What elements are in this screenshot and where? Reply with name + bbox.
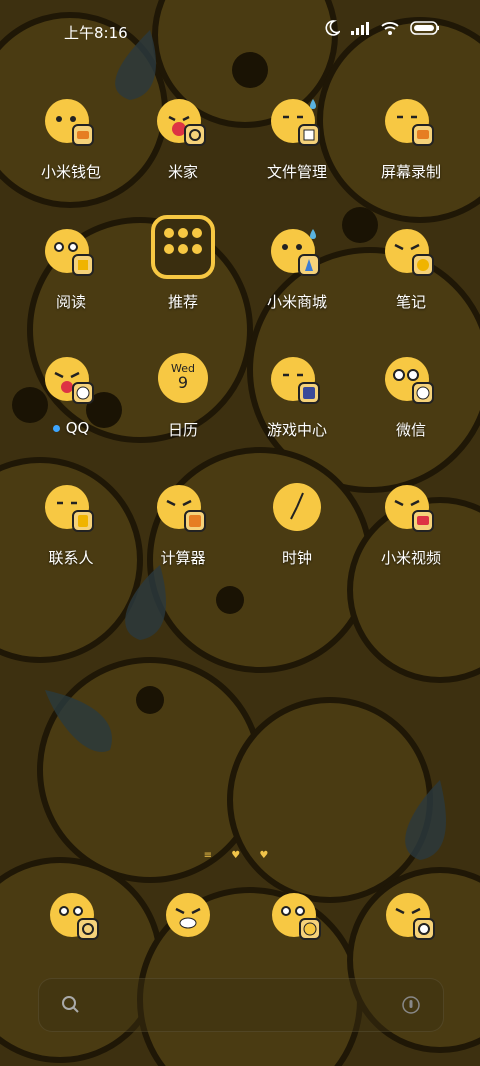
app-mi-video[interactable]: 小米视频 xyxy=(356,481,466,568)
wechat-icon xyxy=(383,353,439,409)
app-label: 游戏中心 xyxy=(266,421,327,439)
calendar-day: 9 xyxy=(177,373,189,392)
app-label: 计算器 xyxy=(160,549,206,567)
app-contacts[interactable]: 联系人 xyxy=(16,481,126,568)
calculator-icon xyxy=(155,481,211,537)
app-file-manager[interactable]: 文件管理 xyxy=(242,95,352,182)
app-label: 小米商城 xyxy=(266,293,327,311)
app-calendar[interactable]: Wed 9 日历 xyxy=(128,353,238,440)
file-manager-icon xyxy=(269,95,325,151)
phone-icon[interactable] xyxy=(48,889,104,945)
app-mi-home[interactable]: 米家 xyxy=(128,95,238,182)
app-notes[interactable]: 笔记 xyxy=(356,225,466,312)
notification-dot xyxy=(52,425,60,432)
app-label: 联系人 xyxy=(48,549,94,567)
app-mi-wallet[interactable]: 小米钱包 xyxy=(16,95,126,182)
moon-icon xyxy=(325,20,340,36)
voice-search-icon[interactable] xyxy=(401,995,421,1015)
camera-icon[interactable] xyxy=(384,889,440,945)
screen-record-icon xyxy=(383,95,439,151)
wifi-icon xyxy=(381,22,399,35)
app-label: 推荐 xyxy=(167,293,198,311)
app-label: 小米视频 xyxy=(380,549,441,567)
search-bar[interactable] xyxy=(38,978,444,1032)
game-center-icon xyxy=(269,353,325,409)
status-bar: 上午8:16 xyxy=(0,0,480,60)
page-indicator: ≡ ♥ ♥ xyxy=(203,850,277,861)
calendar-icon: Wed 9 xyxy=(155,353,211,409)
home-icon xyxy=(155,95,211,151)
folder-icon xyxy=(149,213,217,281)
dock xyxy=(0,885,480,955)
app-reading[interactable]: 阅读 xyxy=(16,225,126,312)
calendar-weekday: Wed xyxy=(171,362,195,375)
signal-icon xyxy=(351,22,369,35)
contacts-icon xyxy=(43,481,99,537)
status-time: 上午8:16 xyxy=(64,24,128,42)
app-wechat[interactable]: 微信 xyxy=(356,353,466,440)
search-icon xyxy=(62,996,79,1013)
app-label: QQ xyxy=(16,419,126,437)
app-label: 小米钱包 xyxy=(40,163,101,181)
app-label: 屏幕录制 xyxy=(380,163,441,181)
app-folder-recommend[interactable]: 推荐 xyxy=(128,213,238,312)
store-icon xyxy=(269,225,325,281)
app-clock[interactable]: 时钟 xyxy=(242,481,352,568)
qq-icon xyxy=(43,353,99,409)
notes-icon xyxy=(383,225,439,281)
battery-icon xyxy=(410,21,439,35)
app-game-center[interactable]: 游戏中心 xyxy=(242,353,352,440)
app-label: 文件管理 xyxy=(266,163,327,181)
clock-icon xyxy=(269,481,325,537)
app-label: 微信 xyxy=(395,421,426,439)
wallet-icon xyxy=(43,95,99,151)
reading-icon xyxy=(43,225,99,281)
app-label: 日历 xyxy=(167,421,198,439)
app-label: 笔记 xyxy=(395,293,426,311)
app-qq[interactable]: QQ xyxy=(16,353,126,437)
app-screen-record[interactable]: 屏幕录制 xyxy=(356,95,466,182)
browser-icon[interactable] xyxy=(270,889,326,945)
app-label: 阅读 xyxy=(55,293,86,311)
app-calculator[interactable]: 计算器 xyxy=(128,481,238,568)
app-label: 时钟 xyxy=(281,549,312,567)
messages-icon[interactable] xyxy=(160,889,216,945)
video-icon xyxy=(383,481,439,537)
app-mi-store[interactable]: 小米商城 xyxy=(242,225,352,312)
app-label: 米家 xyxy=(167,163,198,181)
